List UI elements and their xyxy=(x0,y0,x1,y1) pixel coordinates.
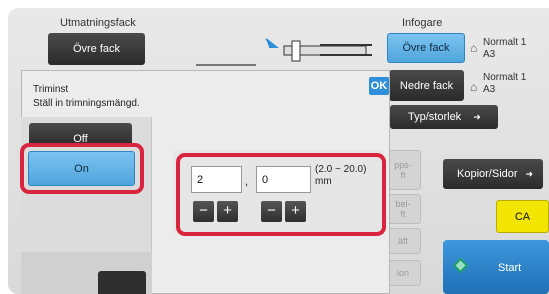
upper-tray-button-right[interactable]: Övre fack xyxy=(387,33,465,63)
copies-pages-button[interactable]: Kopior/Sidor ➜ xyxy=(443,159,543,189)
machine-illustration xyxy=(196,37,372,67)
dialog-title: Triminst xyxy=(33,84,69,95)
start-button[interactable]: Start xyxy=(443,240,549,294)
type-size-button[interactable]: Typ/storlek ➜ xyxy=(390,105,498,129)
dialog-instruction: Ställ in trimningsmängd. xyxy=(33,98,140,109)
ca-button[interactable]: CA xyxy=(496,200,549,233)
on-highlight-frame xyxy=(20,143,144,194)
upper-tray-button-left[interactable]: Övre fack xyxy=(48,33,145,65)
lower-tray-button[interactable]: Nedre fack xyxy=(389,70,464,101)
start-diamond-icon xyxy=(452,257,469,274)
obscured-button-d[interactable]: ion xyxy=(385,260,421,286)
obscured-button-c[interactable]: äft xyxy=(385,228,421,254)
tray-status-2-label: Normalt 1 xyxy=(483,72,527,83)
tray-status-1-size: A3 xyxy=(483,49,496,60)
obscured-dark-tab xyxy=(98,271,146,294)
type-size-label: Typ/storlek xyxy=(408,111,462,123)
value-highlight-frame xyxy=(176,153,386,236)
arrow-right-icon: ➜ xyxy=(525,168,534,179)
start-label: Start xyxy=(498,262,522,274)
tray-status-2-size: A3 xyxy=(483,84,496,95)
tray-status-1: Normalt 1 A3 xyxy=(483,37,526,61)
tray-icon-1: ⌂ xyxy=(470,41,478,55)
tray-icon-2: ⌂ xyxy=(470,80,478,94)
output-tray-label: Utmatningsfack xyxy=(60,17,136,29)
insert-label: Infogare xyxy=(402,17,443,29)
tray-status-1-label: Normalt 1 xyxy=(483,37,527,48)
tray-status-2: Normalt 1 A3 xyxy=(483,72,526,96)
obscured-button-a[interactable]: pps- ft xyxy=(385,150,421,190)
ok-button[interactable]: OK xyxy=(369,77,389,95)
paper-path-icon xyxy=(196,38,372,66)
obscured-button-b[interactable]: bel- ft xyxy=(385,194,421,224)
arrow-right-icon: ➜ xyxy=(473,111,481,122)
copies-pages-label: Kopior/Sidor xyxy=(457,168,518,180)
